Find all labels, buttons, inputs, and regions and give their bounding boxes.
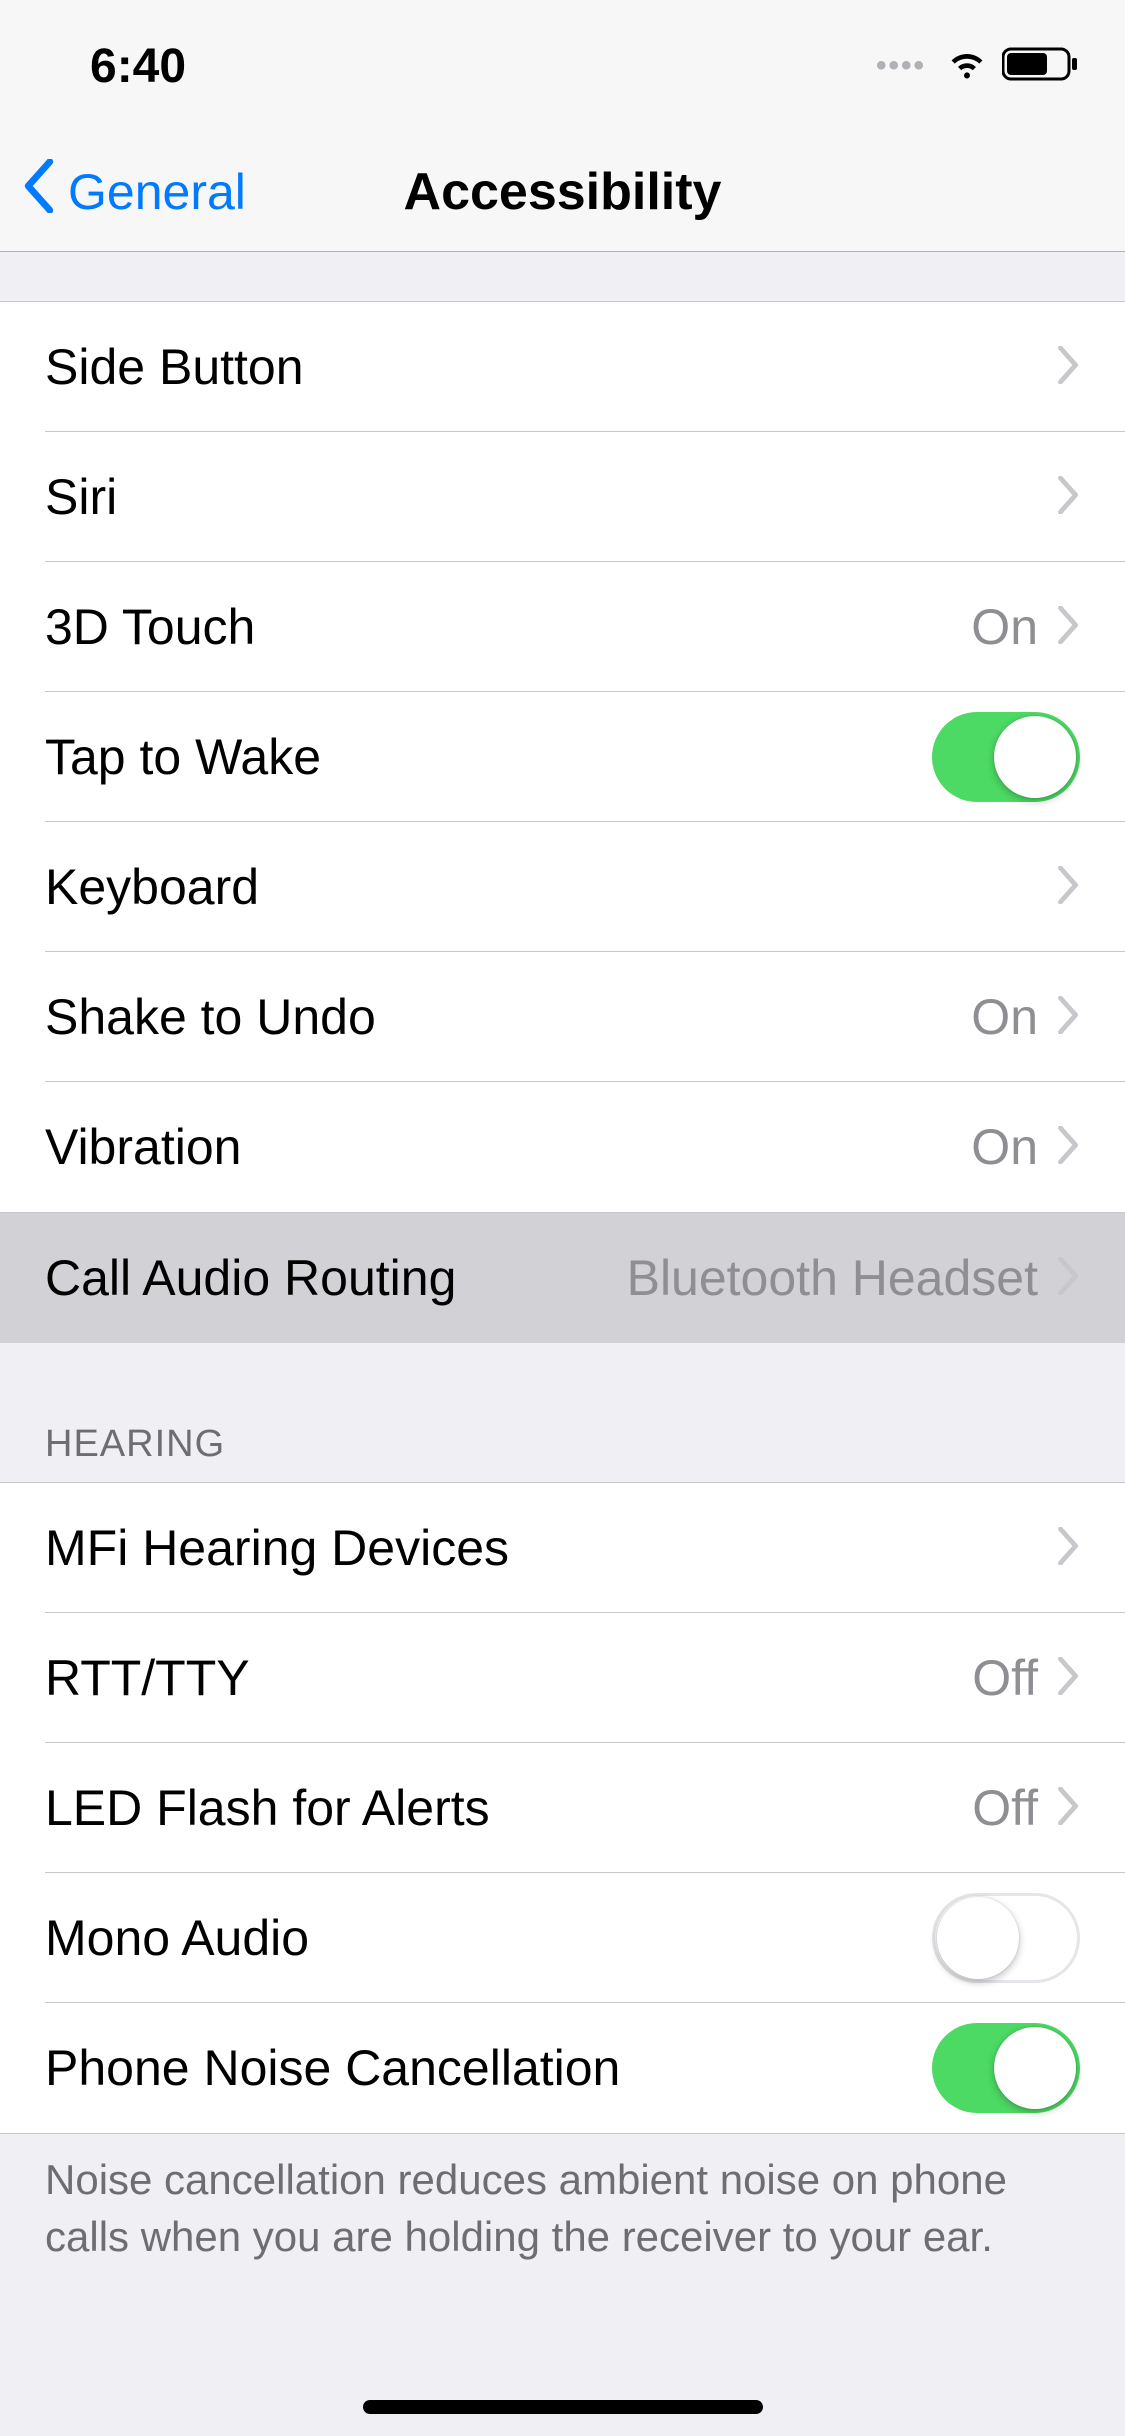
chevron-right-icon bbox=[1056, 1657, 1080, 1700]
chevron-right-icon bbox=[1056, 996, 1080, 1039]
wifi-icon bbox=[946, 39, 988, 94]
row-label: Mono Audio bbox=[45, 1909, 932, 1967]
back-button[interactable]: General bbox=[0, 132, 246, 251]
hearing-section-footer: Noise cancellation reduces ambient noise… bbox=[0, 2133, 1125, 2305]
home-indicator[interactable] bbox=[363, 2400, 763, 2414]
chevron-right-icon bbox=[1056, 1126, 1080, 1169]
status-bar: 6:40 •••• bbox=[0, 0, 1125, 132]
row-3d-touch[interactable]: 3D Touch On bbox=[0, 562, 1125, 692]
status-right-cluster: •••• bbox=[876, 39, 1080, 94]
row-label: Siri bbox=[45, 468, 1056, 526]
row-label: Shake to Undo bbox=[45, 988, 971, 1046]
row-label: MFi Hearing Devices bbox=[45, 1519, 1056, 1577]
settings-content: Side Button Siri 3D Touch On Tap to Wake… bbox=[0, 252, 1125, 2305]
nav-bar: General Accessibility bbox=[0, 132, 1125, 252]
row-value: On bbox=[971, 988, 1038, 1046]
hearing-section-header: Hearing bbox=[0, 1343, 1125, 1483]
chevron-right-icon bbox=[1056, 476, 1080, 519]
row-phone-noise-cancellation[interactable]: Phone Noise Cancellation bbox=[0, 2003, 1125, 2133]
chevron-right-icon bbox=[1056, 866, 1080, 909]
row-value: Off bbox=[972, 1649, 1038, 1707]
row-label: Call Audio Routing bbox=[45, 1249, 627, 1307]
back-label: General bbox=[68, 163, 246, 221]
row-value: Bluetooth Headset bbox=[627, 1249, 1038, 1307]
row-mono-audio[interactable]: Mono Audio bbox=[0, 1873, 1125, 2003]
row-rtt-tty[interactable]: RTT/TTY Off bbox=[0, 1613, 1125, 1743]
chevron-right-icon bbox=[1056, 1787, 1080, 1830]
row-vibration[interactable]: Vibration On bbox=[0, 1082, 1125, 1212]
row-value: On bbox=[971, 1118, 1038, 1176]
row-label: Vibration bbox=[45, 1118, 971, 1176]
row-keyboard[interactable]: Keyboard bbox=[0, 822, 1125, 952]
row-label: Side Button bbox=[45, 338, 1056, 396]
group-gap bbox=[0, 252, 1125, 302]
row-value: On bbox=[971, 598, 1038, 656]
tap-to-wake-toggle[interactable] bbox=[932, 712, 1080, 802]
chevron-right-icon bbox=[1056, 1527, 1080, 1570]
cellular-dots-icon: •••• bbox=[876, 49, 926, 83]
status-time: 6:40 bbox=[90, 39, 186, 94]
row-shake-to-undo[interactable]: Shake to Undo On bbox=[0, 952, 1125, 1082]
row-label: 3D Touch bbox=[45, 598, 971, 656]
battery-icon bbox=[1002, 39, 1080, 94]
chevron-right-icon bbox=[1056, 1257, 1080, 1300]
row-tap-to-wake[interactable]: Tap to Wake bbox=[0, 692, 1125, 822]
chevron-left-icon bbox=[20, 159, 68, 225]
row-label: Keyboard bbox=[45, 858, 1056, 916]
row-label: Phone Noise Cancellation bbox=[45, 2039, 932, 2097]
row-label: Tap to Wake bbox=[45, 728, 932, 786]
row-label: LED Flash for Alerts bbox=[45, 1779, 972, 1837]
chevron-right-icon bbox=[1056, 346, 1080, 389]
phone-noise-cancellation-toggle[interactable] bbox=[932, 2023, 1080, 2113]
row-value: Off bbox=[972, 1779, 1038, 1837]
chevron-right-icon bbox=[1056, 606, 1080, 649]
row-call-audio-routing[interactable]: Call Audio Routing Bluetooth Headset bbox=[0, 1213, 1125, 1343]
row-led-flash-alerts[interactable]: LED Flash for Alerts Off bbox=[0, 1743, 1125, 1873]
row-side-button[interactable]: Side Button bbox=[0, 302, 1125, 432]
mono-audio-toggle[interactable] bbox=[932, 1893, 1080, 1983]
row-mfi-hearing-devices[interactable]: MFi Hearing Devices bbox=[0, 1483, 1125, 1613]
row-label: RTT/TTY bbox=[45, 1649, 972, 1707]
row-siri[interactable]: Siri bbox=[0, 432, 1125, 562]
